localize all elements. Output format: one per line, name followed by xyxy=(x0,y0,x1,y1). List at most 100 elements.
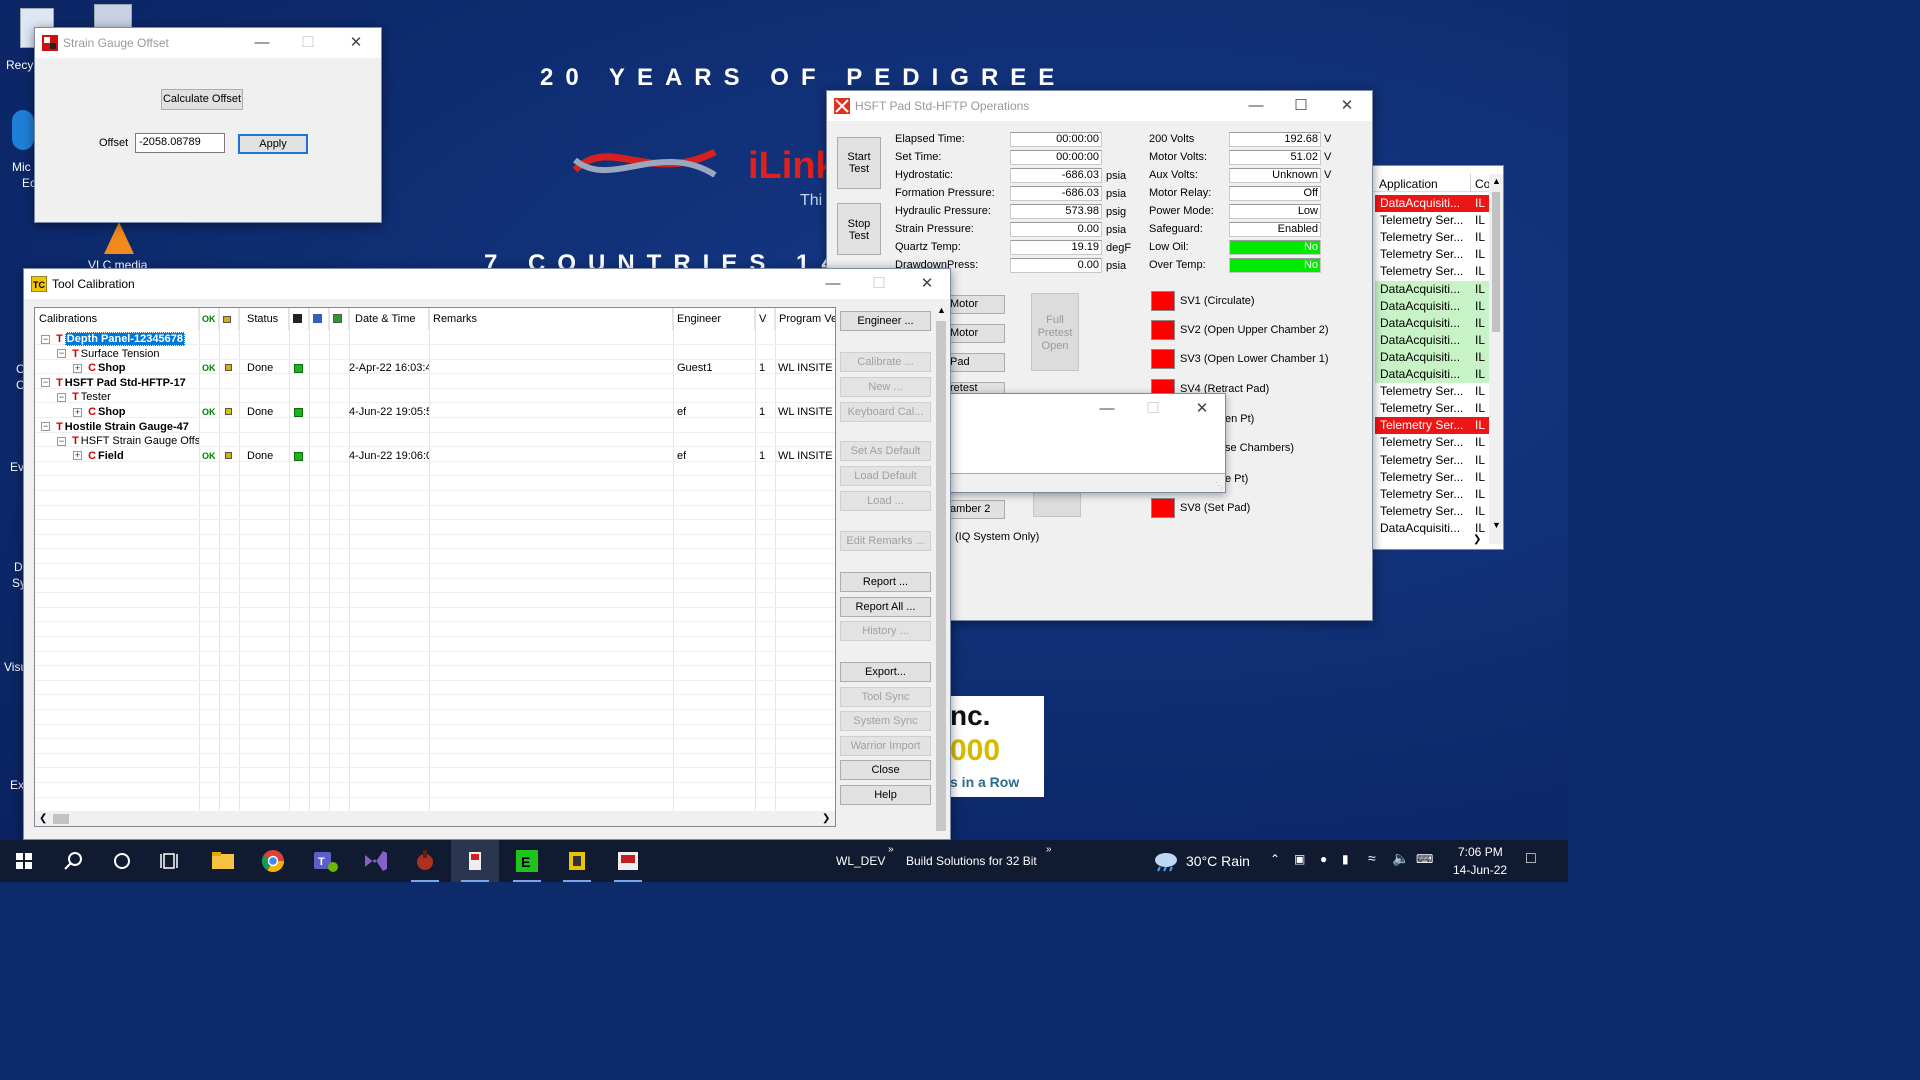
column-header-application[interactable]: Application xyxy=(1379,177,1438,191)
scroll-down-arrow-icon[interactable]: ▼ xyxy=(1492,520,1501,530)
device-icon[interactable]: ▣ xyxy=(1294,852,1305,866)
build-solutions-toolbar[interactable]: Build Solutions for 32 Bit xyxy=(906,854,1037,868)
list-item[interactable]: Telemetry Ser... IL xyxy=(1375,503,1489,520)
table-row[interactable]: − T Surface Tension xyxy=(35,347,835,361)
help-button[interactable]: Help xyxy=(840,785,931,805)
minimize-button[interactable]: — xyxy=(239,28,285,58)
keyboard-cal-button[interactable]: Keyboard Cal... xyxy=(840,402,931,422)
tool-sync-button[interactable]: Tool Sync xyxy=(840,687,931,707)
search-button[interactable] xyxy=(49,840,97,882)
scroll-right-arrow-icon[interactable]: ❯ xyxy=(1473,534,1481,545)
close-button[interactable]: ✕ xyxy=(333,28,379,58)
valve-label[interactable]: en Pt) xyxy=(1225,413,1254,425)
list-item[interactable]: DataAcquisiti... IL xyxy=(1375,348,1489,366)
column-header-flag[interactable] xyxy=(329,308,349,330)
list-item[interactable]: Telemetry Ser... IL xyxy=(1375,246,1489,263)
collapse-minus-icon[interactable]: − xyxy=(57,436,66,446)
close-button[interactable]: ✕ xyxy=(904,269,950,299)
tree-node[interactable]: − T Hostile Strain Gauge-47 xyxy=(41,420,199,434)
engineer-button[interactable]: Engineer ... xyxy=(840,311,931,331)
table-row[interactable]: − T Hostile Strain Gauge-47 xyxy=(35,420,835,434)
taskbar-ops-app[interactable] xyxy=(604,840,652,882)
list-item[interactable]: Telemetry Ser... IL xyxy=(1375,383,1489,400)
offset-field[interactable]: -2058.08789 xyxy=(135,133,225,153)
volume-icon[interactable]: 🔈 xyxy=(1392,850,1409,867)
valve-label[interactable]: SV3 (Open Lower Chamber 1) xyxy=(1180,353,1329,365)
load-button[interactable]: Load ... xyxy=(840,491,931,511)
desktop-icon-edge-1[interactable]: Mic xyxy=(12,160,31,174)
taskbar-tool-calibration[interactable] xyxy=(451,840,499,882)
horizontal-scroll-thumb[interactable] xyxy=(53,814,69,824)
collapse-minus-icon[interactable]: − xyxy=(41,334,50,344)
valve-label[interactable]: SV2 (Open Upper Chamber 2) xyxy=(1180,324,1329,336)
load-default-button[interactable]: Load Default xyxy=(840,466,931,486)
table-row[interactable]: − T HSFT Strain Gauge Offs xyxy=(35,434,835,448)
list-item[interactable]: Telemetry Ser... IL xyxy=(1375,486,1489,503)
chevron-icon[interactable]: » xyxy=(888,844,894,855)
collapse-minus-icon[interactable]: − xyxy=(41,378,50,388)
list-item[interactable]: Telemetry Ser... IL xyxy=(1375,229,1489,246)
minimize-button[interactable]: — xyxy=(810,269,856,299)
column-header-engineer[interactable]: Engineer xyxy=(673,308,755,330)
list-item[interactable]: DataAcquisiti... IL xyxy=(1375,331,1489,349)
scroll-thumb[interactable] xyxy=(936,321,946,831)
maximize-button[interactable]: ☐ xyxy=(1278,91,1324,121)
cortana-button[interactable] xyxy=(98,840,146,882)
list-item[interactable]: DataAcquisiti... IL xyxy=(1375,195,1489,212)
strain-gauge-titlebar[interactable]: Strain Gauge Offset — ☐ ✕ xyxy=(35,28,381,58)
list-item[interactable]: DataAcquisiti... IL xyxy=(1375,314,1489,332)
expand-plus-icon[interactable]: + xyxy=(73,407,82,417)
tree-node[interactable]: − T Surface Tension xyxy=(57,347,199,361)
wifi-icon[interactable]: ≈ xyxy=(1368,850,1376,866)
desktop-icon-ex[interactable]: Ex xyxy=(10,778,24,792)
table-row[interactable]: − T Depth Panel-12345678 xyxy=(35,332,835,346)
scroll-left-arrow-icon[interactable]: ❮ xyxy=(39,813,47,824)
taskbar-yellow-app[interactable] xyxy=(553,840,601,882)
list-item[interactable]: DataAcquisiti... IL xyxy=(1375,297,1489,315)
calibrate-button[interactable]: Calibrate ... xyxy=(840,352,931,372)
column-header-status[interactable]: Status xyxy=(239,308,289,330)
blank-dialog-titlebar[interactable]: — ☐ ✕ xyxy=(949,394,1225,424)
expand-plus-icon[interactable]: + xyxy=(73,363,82,373)
microphone-icon[interactable]: ● xyxy=(1320,852,1327,866)
edit-remarks-button[interactable]: Edit Remarks ... xyxy=(840,531,931,551)
tree-node[interactable]: + C Shop xyxy=(73,361,199,375)
set-as-default-button[interactable]: Set As Default xyxy=(840,441,931,461)
valve-label[interactable]: se Chambers) xyxy=(1225,442,1294,454)
taskbar-teams[interactable]: T xyxy=(300,840,348,882)
resize-grip-icon[interactable]: ⋱ xyxy=(1215,481,1223,490)
clock-time[interactable]: 7:06 PM xyxy=(1458,845,1503,859)
stop-test-button[interactable]: Stop Test xyxy=(837,203,881,255)
list-item[interactable]: Telemetry Ser... IL xyxy=(1375,434,1489,451)
chamber-2-button[interactable]: amber 2 xyxy=(947,500,1005,519)
list-item[interactable]: DataAcquisiti... IL xyxy=(1375,366,1489,383)
column-header-datetime[interactable]: Date & Time xyxy=(349,308,429,330)
taskbar-green-app[interactable]: E xyxy=(503,840,551,882)
valve-label[interactable]: e Pt) xyxy=(1225,473,1248,485)
tool-calibration-titlebar[interactable]: TC Tool Calibration — ☐ ✕ xyxy=(24,269,950,299)
motor-button-2[interactable]: Motor xyxy=(947,324,1005,343)
warrior-import-button[interactable]: Warrior Import xyxy=(840,736,931,756)
vertical-scrollbar[interactable]: ▲ ▼ xyxy=(1489,174,1503,544)
column-header-save[interactable] xyxy=(289,308,309,330)
notifications-icon[interactable]: □ xyxy=(1526,850,1536,868)
table-row[interactable]: − T Tester xyxy=(35,390,835,404)
list-item[interactable]: DataAcquisiti... IL xyxy=(1375,280,1489,298)
list-item[interactable]: Telemetry Ser... IL xyxy=(1375,417,1489,435)
vlc-icon[interactable] xyxy=(104,222,134,254)
history-button[interactable]: History ... xyxy=(840,621,931,641)
scroll-right-arrow-icon[interactable]: ❯ xyxy=(822,813,830,824)
pad-button[interactable]: Pad xyxy=(947,353,1005,372)
app-box-icon[interactable] xyxy=(94,4,132,28)
keyboard-icon[interactable]: ⌨ xyxy=(1416,852,1433,866)
column-header-remarks[interactable]: Remarks xyxy=(429,308,673,330)
start-test-button[interactable]: Start Test xyxy=(837,137,881,189)
collapse-minus-icon[interactable]: − xyxy=(57,349,66,359)
desktop-icon-recycle[interactable]: Recy xyxy=(6,58,33,72)
column-header-ok[interactable]: OK xyxy=(199,308,219,330)
calculate-offset-button[interactable]: Calculate Offset xyxy=(161,89,243,110)
valve-label[interactable]: SV8 (Set Pad) xyxy=(1180,502,1250,514)
close-button[interactable]: Close xyxy=(840,760,931,780)
report-all-button[interactable]: Report All ... xyxy=(840,597,931,617)
calibrations-tree-grid[interactable]: Calibrations OK Status Date & Time Remar… xyxy=(34,307,836,827)
